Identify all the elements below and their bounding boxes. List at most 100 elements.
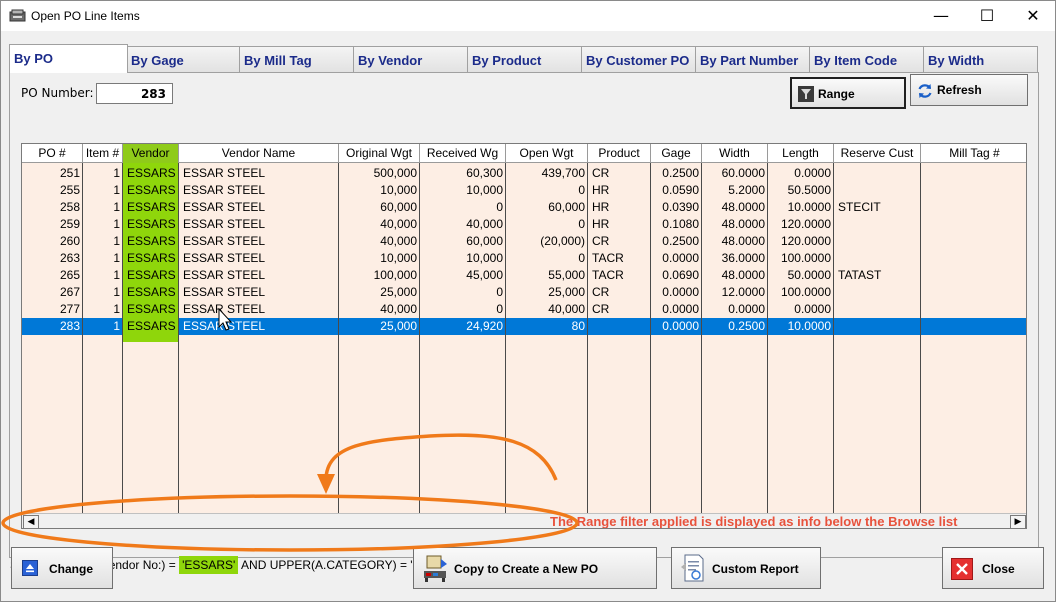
- cell-vendor: ESSARS: [123, 318, 179, 335]
- tab-by-width[interactable]: By Width: [923, 46, 1038, 72]
- custom-report-button[interactable]: Custom Report: [671, 547, 821, 589]
- cell-gage: 0.0000: [662, 302, 699, 316]
- cell-original-wgt: 25,000: [380, 319, 417, 333]
- grid-header: PO # Item # Vendor Vendor Name Original …: [22, 144, 1026, 163]
- refresh-button[interactable]: Refresh: [910, 74, 1028, 106]
- cell-length: 50.0000: [787, 268, 831, 282]
- window-close-button[interactable]: ✕: [1010, 1, 1056, 31]
- app-icon: [9, 9, 26, 22]
- cell-reserve-cust: TATAST: [838, 268, 882, 282]
- cell-received-wgt: 0: [496, 200, 503, 214]
- tab-by-product[interactable]: By Product: [467, 46, 582, 72]
- cell-vendor-name: ESSAR STEEL: [183, 268, 266, 282]
- range-button-label: Range: [818, 87, 855, 101]
- change-icon: [22, 560, 38, 576]
- tab-by-item-code[interactable]: By Item Code: [809, 46, 924, 72]
- change-button[interactable]: Change: [11, 547, 113, 589]
- table-row[interactable]: 283 1 ESSARS ESSAR STEEL 25,000 24,920 80 0.000…: [22, 318, 1026, 335]
- col-header-width[interactable]: Width: [702, 144, 768, 163]
- col-header-po[interactable]: PO #: [22, 144, 83, 163]
- cell-mill-tag: [921, 199, 1026, 216]
- col-header-vendor[interactable]: Vendor: [123, 144, 179, 163]
- cell-width: 12.0000: [721, 285, 765, 299]
- tab-by-po[interactable]: By PO: [9, 44, 128, 73]
- cell-open-wgt: 40,000: [548, 302, 585, 316]
- cell-original-wgt: 500,000: [373, 166, 417, 180]
- cell-open-wgt: 60,000: [548, 200, 585, 214]
- col-header-item[interactable]: Item #: [83, 144, 123, 163]
- range-button[interactable]: Range: [790, 77, 906, 109]
- cell-vendor: ESSARS: [127, 302, 176, 316]
- col-header-open-wgt[interactable]: Open Wgt: [506, 144, 588, 163]
- maximize-button[interactable]: ☐: [964, 1, 1010, 31]
- tab-by-mill-tag[interactable]: By Mill Tag: [239, 46, 354, 72]
- cell-vendor-name: ESSAR STEEL: [183, 251, 266, 265]
- cell-original-wgt: 60,000: [380, 200, 417, 214]
- cell-length: 100.0000: [780, 285, 831, 299]
- col-header-mill-tag[interactable]: Mill Tag #: [921, 144, 1026, 163]
- copy-to-new-po-button[interactable]: Copy to Create a New PO: [413, 547, 657, 589]
- col-header-original-wgt[interactable]: Original Wgt: [339, 144, 420, 163]
- cell-gage: 0.2500: [662, 234, 699, 248]
- cell-width: 0.0000: [728, 302, 765, 316]
- copy-po-icon: [424, 555, 447, 582]
- scroll-left-arrow-icon[interactable]: ◀: [23, 515, 39, 528]
- cell-mill-tag: [921, 284, 1026, 301]
- minimize-button[interactable]: —: [918, 1, 964, 31]
- cell-gage: 0.0690: [662, 268, 699, 282]
- cell-vendor-name: ESSAR STEEL: [183, 217, 266, 231]
- cell-gage: 0.0000: [662, 285, 699, 299]
- col-header-received-wgt[interactable]: Received Wg: [420, 144, 506, 163]
- title-bar: Open PO Line Items — ☐ ✕: [0, 0, 1056, 31]
- cell-open-wgt: 0: [578, 217, 585, 231]
- cell-po: 259: [59, 217, 80, 231]
- table-row[interactable]: 267 1 ESSARS ESSAR STEEL 25,000 0 25,000 CR 0.00…: [22, 284, 1026, 301]
- cell-po: 265: [59, 268, 80, 282]
- cell-received-wgt: 40,000: [466, 217, 503, 231]
- cell-open-wgt: (20,000): [540, 234, 585, 248]
- cell-item: 1: [113, 319, 120, 333]
- cell-po: 283: [59, 319, 80, 333]
- cell-mill-tag: [921, 318, 1026, 335]
- col-header-vendor-name[interactable]: Vendor Name: [179, 144, 339, 163]
- table-row[interactable]: 277 1 ESSARS ESSAR STEEL 40,000 0 40,000 CR 0.00…: [22, 301, 1026, 318]
- tab-by-customer-po[interactable]: By Customer PO: [581, 46, 696, 72]
- cell-width: 48.0000: [721, 217, 765, 231]
- cell-original-wgt: 10,000: [380, 251, 417, 265]
- cell-width: 36.0000: [721, 251, 765, 265]
- tab-strip: By PO By Gage By Mill Tag By Vendor By P…: [9, 44, 1039, 73]
- cell-reserve-cust: [834, 182, 921, 199]
- cell-gage: 0.0390: [662, 200, 699, 214]
- table-row[interactable]: 255 1 ESSARS ESSAR STEEL 10,000 10,000 0 HR 0.05…: [22, 182, 1026, 199]
- cell-original-wgt: 10,000: [380, 183, 417, 197]
- scroll-right-arrow-icon[interactable]: ▶: [1010, 515, 1026, 528]
- cell-length: 50.5000: [787, 183, 831, 197]
- po-number-input[interactable]: 283: [96, 83, 173, 104]
- cell-mill-tag: [921, 216, 1026, 233]
- col-header-gage[interactable]: Gage: [651, 144, 702, 163]
- cell-original-wgt: 40,000: [380, 217, 417, 231]
- table-row[interactable]: 258 1 ESSARS ESSAR STEEL 60,000 0 60,000 HR 0.03…: [22, 199, 1026, 216]
- po-line-items-grid[interactable]: PO # Item # Vendor Vendor Name Original …: [21, 143, 1027, 529]
- tab-by-gage[interactable]: By Gage: [126, 46, 240, 72]
- table-row[interactable]: 263 1 ESSARS ESSAR STEEL 10,000 10,000 0 TACR 0.…: [22, 250, 1026, 267]
- cell-length: 10.0000: [787, 200, 831, 214]
- horizontal-scrollbar[interactable]: ◀ The Range filter applied is displayed …: [22, 513, 1026, 528]
- table-row[interactable]: 251 1 ESSARS ESSAR STEEL 500,000 60,300 439,70…: [22, 165, 1026, 182]
- col-header-product[interactable]: Product: [588, 144, 651, 163]
- tab-by-part-number[interactable]: By Part Number: [695, 46, 810, 72]
- tab-by-vendor[interactable]: By Vendor: [353, 46, 468, 72]
- sql-filter-vendor-highlight: 'ESSARS': [179, 556, 239, 574]
- cell-width: 48.0000: [721, 200, 765, 214]
- table-row[interactable]: 259 1 ESSARS ESSAR STEEL 40,000 40,000 0 HR 0.10…: [22, 216, 1026, 233]
- cell-item: 1: [113, 200, 120, 214]
- close-button[interactable]: Close: [942, 547, 1044, 589]
- col-header-length[interactable]: Length: [768, 144, 834, 163]
- main-window: By PO By Gage By Mill Tag By Vendor By P…: [0, 31, 1056, 602]
- cell-product: TACR: [592, 268, 624, 282]
- col-header-reserve-cust[interactable]: Reserve Cust: [834, 144, 921, 163]
- po-number-label: PO Number:: [21, 86, 94, 100]
- table-row[interactable]: 260 1 ESSARS ESSAR STEEL 40,000 60,000 (20,000…: [22, 233, 1026, 250]
- table-row[interactable]: 265 1 ESSARS ESSAR STEEL 100,000 45,000 55,000…: [22, 267, 1026, 284]
- cell-width: 48.0000: [721, 234, 765, 248]
